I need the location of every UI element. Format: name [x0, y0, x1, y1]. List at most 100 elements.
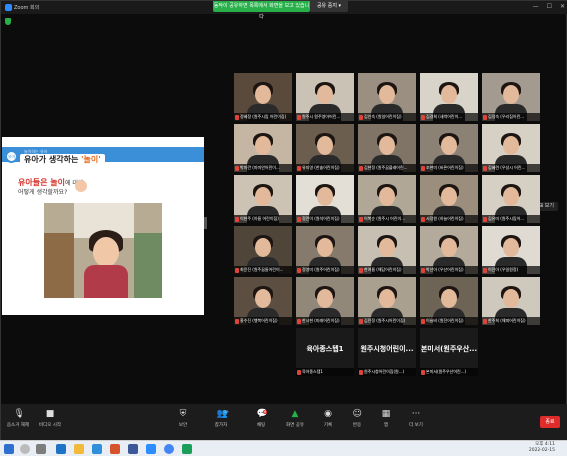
minimize-icon[interactable]: —: [533, 3, 539, 10]
participant-name: 김정숙 (우리집어린...: [488, 114, 525, 119]
mic-muted-icon: [421, 114, 425, 120]
app-icon[interactable]: [110, 444, 120, 454]
camera-icon: ■: [45, 409, 55, 419]
reactions-button[interactable]: ☺ 반응: [342, 410, 372, 429]
participant-name: 이현주 (아름 어린이집): [240, 216, 279, 221]
participant-tile[interactable]: 한주희 (해피어린이집): [482, 277, 540, 325]
folder-icon[interactable]: [74, 444, 84, 454]
more-button[interactable]: ··· 더 보기: [401, 410, 431, 429]
edge-browser-icon[interactable]: [56, 444, 66, 454]
mic-muted-icon: [359, 216, 363, 222]
meeting-toolbar: 🎙 음소거 해제 ■ 비디오 시작 ⛨ 보안 👥 29 참가자 💬 6 채팅 ▲…: [1, 404, 567, 441]
participant-tile[interactable]: 유지영 (한솔어린이집): [296, 124, 354, 172]
record-button[interactable]: ◉ 기록: [313, 410, 343, 429]
participant-tile[interactable]: 박미란 (마미안어린이...: [234, 124, 292, 172]
participant-name: 한여름 (해담어린이집): [364, 267, 402, 272]
participant-tile-no-video[interactable]: 육아종스텝1 육아종스텝1: [296, 328, 354, 376]
participant-tile[interactable]: 조현미 (바른어린이집): [420, 124, 478, 172]
participant-tile[interactable]: 김유미 (원주시립어...: [482, 175, 540, 223]
search-icon[interactable]: [20, 444, 30, 454]
participant-tile[interactable]: 이슬비 (원진어린이집): [420, 277, 478, 325]
security-label: 보안: [178, 423, 188, 428]
participant-tile[interactable]: 김경희 (새싹어린이...: [420, 73, 478, 121]
task-view-icon[interactable]: [36, 444, 46, 454]
video-button[interactable]: ■ 비디오 시작: [35, 409, 65, 429]
participant-tile[interactable]: 이진아 (우일원정): [482, 226, 540, 274]
participant-name-bar: 김현정 (원주꿈블래어린...: [358, 164, 416, 172]
participant-tile[interactable]: 원주시 원주영아어린...: [296, 73, 354, 121]
participant-name-bar: 서정원 (하늘어린이집): [420, 215, 478, 223]
participant-name: 김경희 (새싹어린이...: [426, 114, 463, 119]
zoom-taskbar-icon[interactable]: [146, 444, 156, 454]
shield-icon[interactable]: [5, 18, 11, 25]
participant-name-bar: 원주시청어린이집(원...): [358, 368, 416, 376]
participant-tile-no-video[interactable]: 본미서(원주우산... 본미서(원주우산어린...): [420, 328, 478, 376]
mic-muted-icon: 🎙: [13, 409, 25, 419]
girl-illustration-icon: [75, 180, 87, 192]
apps-icon: ▦: [381, 409, 391, 419]
participant-tile[interactable]: 김혜련 (우성시 어린...: [482, 124, 540, 172]
chat-button[interactable]: 💬 6 채팅: [246, 410, 276, 429]
slide-question: 유아들은 놀이에 대해 어떻게 생각할까요?: [18, 178, 83, 197]
participant-tile[interactable]: 이복순 (원주시 어린이...: [358, 175, 416, 223]
participant-tile[interactable]: 서정원 (하늘어린이집): [420, 175, 478, 223]
participant-name: 이슬비 (원진어린이집): [426, 318, 464, 323]
mic-muted-icon: [421, 216, 425, 222]
participant-name: 김현정 (원주꿈블래어린...: [364, 165, 408, 170]
slide-badge: 유아: [5, 150, 18, 163]
participant-tile[interactable]: 한시현 (미래어린이집): [296, 277, 354, 325]
end-meeting-button[interactable]: 종료: [540, 416, 560, 428]
participant-name: 한주희 (해피어린이집): [488, 318, 526, 323]
participant-tile[interactable]: 김정숙 (우리집어린...: [482, 73, 540, 121]
participant-tile[interactable]: 최윤진 (원주꿈들어린이...: [234, 226, 292, 274]
share-screen-button[interactable]: ▲ 화면 공유: [280, 410, 310, 429]
participant-tile[interactable]: 이현주 (아름 어린이집): [234, 175, 292, 223]
mute-label: 음소거 해제: [6, 423, 30, 428]
split-handle[interactable]: [204, 217, 207, 229]
mic-muted-icon: [483, 114, 487, 120]
participant-tile[interactable]: 정란이 (원석어린이집): [296, 175, 354, 223]
participant-name: 박미란 (마미안어린이...: [240, 165, 280, 170]
word-icon[interactable]: [128, 444, 138, 454]
participant-name: 육아종스텝1: [302, 369, 323, 374]
window-controls: — ☐ ✕: [533, 3, 565, 10]
participant-tile[interactable]: 정혜정 (원주시립 어린이집): [234, 73, 292, 121]
participant-name: 원주시청어린이집(원...): [364, 369, 405, 374]
participant-name-bar: 육아종스텝1: [296, 368, 354, 376]
participant-name-bar: 원주시 원주영아어린...: [296, 113, 354, 121]
apps-button[interactable]: ▦ 앱: [371, 409, 401, 429]
slide-title: 유아가 생각하는 '놀이': [20, 154, 105, 165]
clock-date: 2022-02-15: [528, 448, 555, 453]
participant-name-bar: 정영미 (원주어린이집): [296, 266, 354, 274]
participant-tile[interactable]: 한여름 (해담어린이집): [358, 226, 416, 274]
participant-display-name: 원주시청어린이...: [360, 345, 414, 353]
mail-icon[interactable]: [92, 444, 102, 454]
participant-name-bar: 조현미 (바른어린이집): [420, 164, 478, 172]
participant-tile[interactable]: 김민정 (원주시어린이집): [358, 277, 416, 325]
system-clock: 오후 4:11 2022-02-15: [529, 442, 555, 454]
participant-display-name: 육아종스텝1: [306, 345, 344, 353]
windows-start-icon[interactable]: [4, 444, 14, 454]
participant-tile[interactable]: 박선아 (우산어린이집): [420, 226, 478, 274]
participant-tile-no-video[interactable]: 원주시청어린이... 원주시청어린이집(원...): [358, 328, 416, 376]
mic-muted-icon: [421, 369, 425, 375]
mic-muted-icon: [235, 267, 239, 273]
mute-button[interactable]: 🎙 음소거 해제: [3, 409, 33, 429]
excel-icon[interactable]: [182, 444, 192, 454]
security-button[interactable]: ⛨ 보안: [168, 410, 198, 429]
participants-button[interactable]: 👥 29 참가자: [206, 410, 236, 429]
participant-name: 최윤진 (원주꿈들어린이...: [240, 267, 284, 272]
participant-name-bar: 김혜련 (우성시 어린...: [482, 164, 540, 172]
close-icon[interactable]: ✕: [560, 3, 565, 10]
stop-share-button[interactable]: 공유 중지 ▾: [310, 1, 348, 12]
participant-tile[interactable]: 김인숙 (원일어린이집): [358, 73, 416, 121]
mic-muted-icon: [421, 267, 425, 273]
chrome-icon[interactable]: [164, 444, 174, 454]
mic-muted-icon: [235, 216, 239, 222]
maximize-icon[interactable]: ☐: [547, 3, 552, 10]
participant-tile[interactable]: 홍수진 (행복어린이집): [234, 277, 292, 325]
participant-tile[interactable]: 정영미 (원주어린이집): [296, 226, 354, 274]
participant-tile[interactable]: 김현정 (원주꿈블래어린...: [358, 124, 416, 172]
desktop: Zoom 회의 — ☐ ✕ 동작이 공유하면 목록에서 화면을 보고 있습니다 …: [0, 0, 567, 456]
participant-name-bar: 이슬비 (원진어린이집): [420, 317, 478, 325]
